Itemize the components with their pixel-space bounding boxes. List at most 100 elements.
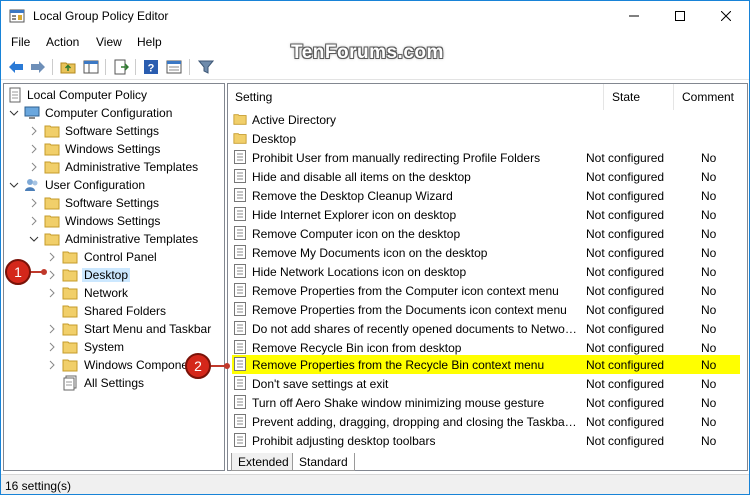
setting-name: Remove the Desktop Cleanup Wizard [252,189,453,203]
folder-open-icon [62,269,78,282]
setting-name: Remove Computer icon on the desktop [252,227,461,241]
column-header-setting[interactable]: Setting [235,84,272,110]
chevron-right-icon [49,270,55,280]
tree-item-uc-windows-settings[interactable]: Windows Settings [4,212,224,230]
table-row[interactable]: Do not add shares of recently opened doc… [228,319,747,338]
tree-item-cc-administrative-templates[interactable]: Administrative Templates [4,158,224,176]
setting-name: Prevent adding, dragging, dropping and c… [252,415,578,429]
tree-item-user-configuration[interactable]: User Configuration [4,176,224,194]
tree-label: Administrative Templates [65,160,199,174]
table-row[interactable]: Prohibit User from manually redirecting … [228,148,747,167]
settings-list[interactable]: Setting State Comment Active Directory D… [227,83,748,471]
setting-comment: No [701,377,717,391]
export-list-icon [114,59,129,75]
table-row-highlighted[interactable]: Remove Properties from the Recycle Bin c… [232,355,740,374]
column-divider[interactable] [673,84,674,110]
table-row[interactable]: Prevent adding, dragging, dropping and c… [228,412,747,431]
chevron-right-icon [31,144,37,154]
setting-state: Not configured [586,434,665,448]
table-row[interactable]: Turn off Aero Shake window minimizing mo… [228,393,747,412]
list-item-folder[interactable]: Desktop [228,129,747,148]
console-tree-icon [83,60,99,74]
tree-item-uc-software-settings[interactable]: Software Settings [4,194,224,212]
tree-item-shared-folders[interactable]: Shared Folders [4,302,224,320]
filter-button[interactable] [196,57,216,77]
tree-item-start-menu-and-taskbar[interactable]: Start Menu and Taskbar [4,320,224,338]
up-one-level-button[interactable] [58,57,78,77]
setting-state: Not configured [586,284,665,298]
tree-label: Network [84,286,129,300]
setting-name: Remove Recycle Bin icon from desktop [252,341,462,355]
help-button[interactable]: ? [141,57,161,77]
status-bar: 16 setting(s) [1,474,749,494]
table-row[interactable]: Prohibit adjusting desktop toolbars Not … [228,431,747,450]
table-row[interactable]: Hide Network Locations icon on desktop N… [228,262,747,281]
column-divider[interactable] [603,84,604,110]
close-button[interactable] [703,1,749,31]
policy-setting-icon [234,264,246,278]
table-row[interactable]: Remove Properties from the Computer icon… [228,281,747,300]
folder-icon [44,143,60,156]
setting-name: Desktop [252,132,297,146]
setting-state: Not configured [586,358,665,372]
policy-setting-icon [234,340,246,354]
tree-item-computer-configuration[interactable]: Computer Configuration [4,104,224,122]
maximize-button[interactable] [657,1,703,31]
table-row[interactable]: Hide and disable all items on the deskto… [228,167,747,186]
tree-label: Windows Settings [65,214,161,228]
tree-item-desktop[interactable]: Desktop [4,266,224,284]
policy-setting-icon [234,357,246,371]
column-header-comment[interactable]: Comment [682,84,734,110]
setting-name: Prohibit adjusting desktop toolbars [252,434,436,448]
chevron-right-icon [49,342,55,352]
console-tree[interactable]: Local Computer Policy Computer Configura… [3,83,225,471]
table-row[interactable]: Remove My Documents icon on the desktop … [228,243,747,262]
users-icon [25,179,38,191]
menu-action[interactable]: Action [46,35,79,49]
status-text: 16 setting(s) [5,479,72,493]
setting-name: Remove Properties from the Computer icon… [252,284,559,298]
title-bar[interactable]: Local Group Policy Editor [1,1,749,31]
table-row[interactable]: Remove Computer icon on the desktop Not … [228,224,747,243]
tree-item-system[interactable]: System [4,338,224,356]
callout-2-pointer [224,363,230,369]
forward-button[interactable] [28,57,48,77]
folder-icon [62,341,78,354]
show-hide-tree-button[interactable] [81,57,101,77]
table-row[interactable]: Remove Properties from the Documents ico… [228,300,747,319]
tree-label: Administrative Templates [65,232,199,246]
table-row[interactable]: Hide Internet Explorer icon on desktop N… [228,205,747,224]
back-button[interactable] [6,57,26,77]
folder-icon [62,323,78,336]
column-header-state[interactable]: State [612,84,640,110]
chevron-right-icon [31,126,37,136]
policy-setting-icon [234,188,246,202]
menu-help[interactable]: Help [137,35,162,49]
setting-state: Not configured [586,227,665,241]
setting-comment: No [701,358,717,372]
window-title: Local Group Policy Editor [33,9,169,23]
tree-item-cc-software-settings[interactable]: Software Settings [4,122,224,140]
chevron-down-icon [9,182,19,188]
list-item-folder[interactable]: Active Directory [228,110,747,129]
setting-comment: No [701,284,717,298]
tree-item-local-computer-policy[interactable]: Local Computer Policy [4,86,224,104]
menu-view[interactable]: View [96,35,122,49]
tree-item-cc-windows-settings[interactable]: Windows Settings [4,140,224,158]
gpedit-window: Local Group Policy Editor File Action Vi… [0,0,750,495]
chevron-right-icon [49,288,55,298]
menu-file[interactable]: File [11,35,30,49]
folder-icon [62,305,78,318]
tree-item-control-panel[interactable]: Control Panel [4,248,224,266]
properties-button[interactable] [164,57,184,77]
table-row[interactable]: Remove the Desktop Cleanup Wizard Not co… [228,186,747,205]
table-row[interactable]: Don't save settings at exit Not configur… [228,374,747,393]
setting-comment: No [701,151,717,165]
tab-standard[interactable]: Standard [292,453,355,471]
tree-item-network[interactable]: Network [4,284,224,302]
tree-item-uc-administrative-templates[interactable]: Administrative Templates [4,230,224,248]
folder-icon [44,233,60,246]
minimize-button[interactable] [611,1,657,31]
export-list-button[interactable] [111,57,131,77]
tab-extended[interactable]: Extended [231,453,296,471]
